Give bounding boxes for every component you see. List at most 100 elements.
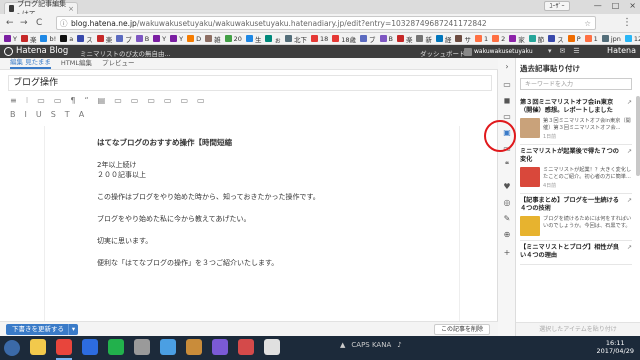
external-link-icon[interactable]: ↗ (627, 244, 632, 251)
bookmark-item[interactable]: jpn (601, 35, 621, 43)
article-card[interactable]: 【ミニマリストとブログ】相性が良い４つの理由 ↗ (520, 241, 632, 265)
bookmark-item[interactable]: サ (455, 34, 471, 44)
bookmark-item[interactable]: 1 (474, 35, 488, 43)
toolbar-format-icon[interactable]: ▭ (147, 96, 155, 105)
external-link-icon[interactable]: ↗ (627, 197, 632, 204)
maximize-icon[interactable]: □ (612, 1, 620, 10)
keyword-search-input[interactable]: キーワードを入力 (520, 78, 632, 90)
start-button-icon[interactable] (4, 340, 20, 356)
bookmark-item[interactable]: 北下 (284, 34, 307, 44)
toolbar-format-icon[interactable]: ▭ (114, 96, 122, 105)
image-icon[interactable]: ▭ (502, 80, 512, 89)
bookmark-item[interactable]: B (135, 35, 149, 43)
bookmark-item[interactable]: 家 (509, 34, 525, 44)
bookmark-item[interactable]: ブ (116, 34, 132, 44)
toolbar-format-icon[interactable]: ▤ (98, 96, 106, 105)
bookmark-item[interactable]: a (60, 35, 73, 43)
browser-menu-icon[interactable]: ⋮ (622, 17, 632, 28)
toolbar-style-icon[interactable]: A (79, 110, 84, 119)
external-link-icon[interactable]: ↗ (627, 148, 632, 155)
article-card[interactable]: ミニマリストが起業後で得た７つの変化 ↗ ミニマリストが起業！？大きく変化したことの… (520, 145, 632, 194)
toolbar-style-icon[interactable]: U (36, 110, 42, 119)
hatena-right-logo[interactable]: Hatena (607, 46, 636, 55)
bookmark-item[interactable]: ぉ (265, 34, 281, 44)
bookmark-item[interactable]: 1 (584, 35, 598, 43)
bookmark-item[interactable]: 20 (224, 35, 242, 43)
bookmark-item[interactable]: 楽 (396, 34, 412, 44)
taskbar-line-icon[interactable] (108, 339, 124, 355)
bookmark-item[interactable]: 新 (416, 34, 432, 44)
bookmark-item[interactable]: ブ (360, 34, 376, 44)
tab-preview[interactable]: プレビュー (102, 57, 135, 69)
edit-icon[interactable]: ✎ (502, 214, 512, 223)
toolbar-format-icon[interactable]: ¶ (70, 96, 75, 105)
reload-icon[interactable]: C (36, 18, 42, 28)
hatena-blog-logo[interactable]: Hatena Blog (4, 46, 68, 56)
taskbar-paint-icon[interactable] (160, 339, 176, 355)
taskbar-chrome-icon[interactable] (56, 339, 72, 355)
toolbar-style-icon[interactable]: S (51, 110, 56, 119)
toolbar-format-icon[interactable]: ▭ (54, 96, 62, 105)
toolbar-format-icon[interactable]: “ (84, 96, 88, 105)
tab-close-icon[interactable]: × (68, 5, 74, 13)
toolbar-style-icon[interactable]: I (25, 110, 27, 119)
toolbar-format-icon[interactable]: ≡ (10, 96, 17, 105)
toolbar-format-icon[interactable]: ▭ (197, 96, 205, 105)
taskbar-explorer-icon[interactable] (30, 339, 46, 355)
dashboard-link[interactable]: ダッシュボード (420, 48, 466, 58)
twitter-icon[interactable]: ♥ (502, 182, 512, 191)
bookmark-item[interactable]: 楽 (20, 34, 36, 44)
bookmark-item[interactable]: ス (548, 34, 564, 44)
taskbar-app2-icon[interactable] (212, 339, 228, 355)
article-body-editor[interactable]: はてなブログのおすすめ操作【時間短縮 2年以上続け ２００記事以上 この操作はブログを… (44, 126, 460, 321)
profile-chip[interactable]: ﾕｰｻﾞｰ (544, 1, 570, 11)
instagram-icon[interactable]: ◎ (502, 198, 512, 207)
toolbar-style-icon[interactable]: B (10, 110, 16, 119)
taskbar-app-icon[interactable] (186, 339, 202, 355)
bookmark-star-icon[interactable]: ☆ (584, 17, 591, 29)
tab-html[interactable]: HTML編集 (61, 57, 92, 69)
taskbar-media-icon[interactable] (134, 339, 150, 355)
toolbar-format-icon[interactable]: ▭ (180, 96, 188, 105)
toolbar-style-icon[interactable]: T (65, 110, 70, 119)
clock[interactable]: 16:11 2017/04/29 (597, 339, 634, 355)
article-title-field[interactable]: ブログ操作 (8, 75, 492, 91)
url-field[interactable]: ⓘ blog.hatena.ne.jp/wakuwakusetuyaku/wak… (56, 16, 596, 30)
taskbar-firefox-icon[interactable] (82, 339, 98, 355)
taskbar-app3-icon[interactable] (238, 339, 254, 355)
article-card[interactable]: 第３回ミニマリストオフ会in東京（開催）感想。レポートしました ↗ 第３回ミニマリス… (520, 96, 632, 145)
bookmark-item[interactable]: Y (170, 35, 183, 43)
bookmark-item[interactable]: 楽 (96, 34, 112, 44)
page-info-icon[interactable]: ⓘ (60, 17, 68, 29)
notification-icon[interactable]: ✉ (560, 47, 566, 55)
bookmark-item[interactable]: 生 (245, 34, 261, 44)
bookmark-item[interactable]: 18 (310, 35, 328, 43)
bookmark-item[interactable]: 節 (528, 34, 544, 44)
close-window-icon[interactable]: × (629, 1, 636, 10)
toolbar-format-icon[interactable]: ▭ (164, 96, 172, 105)
menu-icon[interactable]: ☰ (573, 47, 579, 55)
bookmark-item[interactable]: Y (4, 35, 17, 43)
forward-arrow-icon[interactable]: → (20, 18, 28, 28)
update-dropdown-icon[interactable]: ▾ (68, 324, 78, 335)
external-link-icon[interactable]: ↗ (627, 99, 632, 106)
bookmark-item[interactable]: 雑 (205, 34, 221, 44)
tab-wysiwyg[interactable]: 編集 見たまま (10, 56, 51, 69)
bookmark-item[interactable]: 2 (492, 35, 505, 43)
tray-up-icon[interactable]: ▲ (340, 341, 345, 349)
quote-icon[interactable]: ❝ (502, 160, 512, 169)
bookmark-item[interactable]: P (567, 35, 581, 43)
user-menu[interactable]: wakuwakusetuyaku (464, 47, 533, 56)
toolbar-format-icon[interactable]: ▭ (37, 96, 45, 105)
toolbar-format-icon[interactable]: ⁝ (26, 96, 29, 105)
add-icon[interactable]: + (502, 248, 512, 257)
collapse-icon[interactable]: › (502, 62, 512, 71)
bookmark-item[interactable]: D (187, 35, 201, 43)
bookmark-item[interactable]: B (379, 35, 393, 43)
dropdown-icon[interactable]: ▾ (548, 47, 552, 55)
taskbar-app4-icon[interactable] (264, 339, 280, 355)
volume-icon[interactable]: ♪ (397, 341, 401, 349)
article-card[interactable]: 【記事まとめ】ブログを一生続ける４つの技術 ↗ ブログを続けるためには何をすればいい… (520, 194, 632, 241)
minimize-icon[interactable]: — (594, 1, 602, 10)
folder-icon[interactable]: ◼ (502, 96, 512, 105)
